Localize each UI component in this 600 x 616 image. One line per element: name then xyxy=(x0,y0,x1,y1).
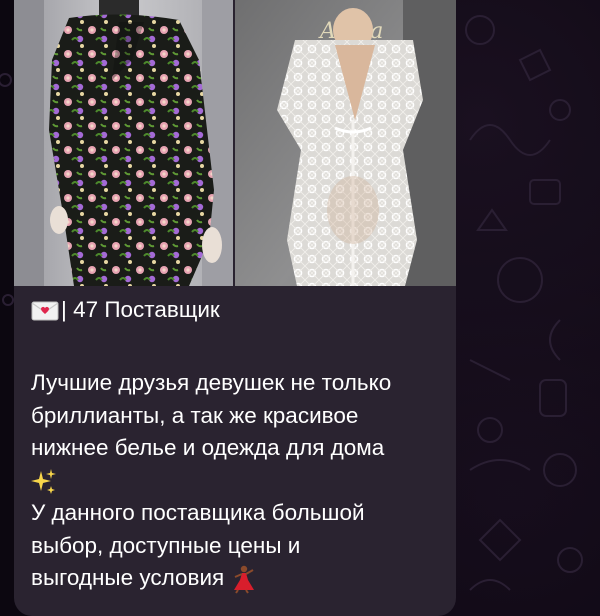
description-line: бриллианты, а так же красивое xyxy=(31,402,359,428)
message-caption: | 47 Поставщик Лучшие друзья девушек не … xyxy=(31,293,441,595)
media-album[interactable]: Alana xyxy=(14,0,456,286)
photo-lace-robe[interactable]: Alana xyxy=(235,0,456,286)
description-line: Лучшие друзья девушек не только xyxy=(31,370,392,395)
post-title-line: | 47 Поставщик xyxy=(31,293,441,327)
detail-line-last: выгодные условия xyxy=(31,562,441,595)
detail-line: У данного поставщика большой xyxy=(31,500,365,525)
dancer-icon xyxy=(228,564,256,594)
sparkles-icon xyxy=(31,468,57,496)
photo-floral-dress[interactable] xyxy=(14,0,233,286)
post-title-text: | 47 Поставщик xyxy=(61,296,220,322)
detail-line-text: выгодные условия xyxy=(31,565,225,590)
detail-line: выбор, доступные цены и xyxy=(31,532,301,558)
sparkles-line xyxy=(31,465,441,498)
envelope-with-heart-icon xyxy=(31,299,59,321)
description-line: нижнее белье и одежда для дома xyxy=(31,435,385,460)
message-bubble[interactable]: Alana | 47 Поставщик Лучшие друзья де xyxy=(14,0,456,616)
